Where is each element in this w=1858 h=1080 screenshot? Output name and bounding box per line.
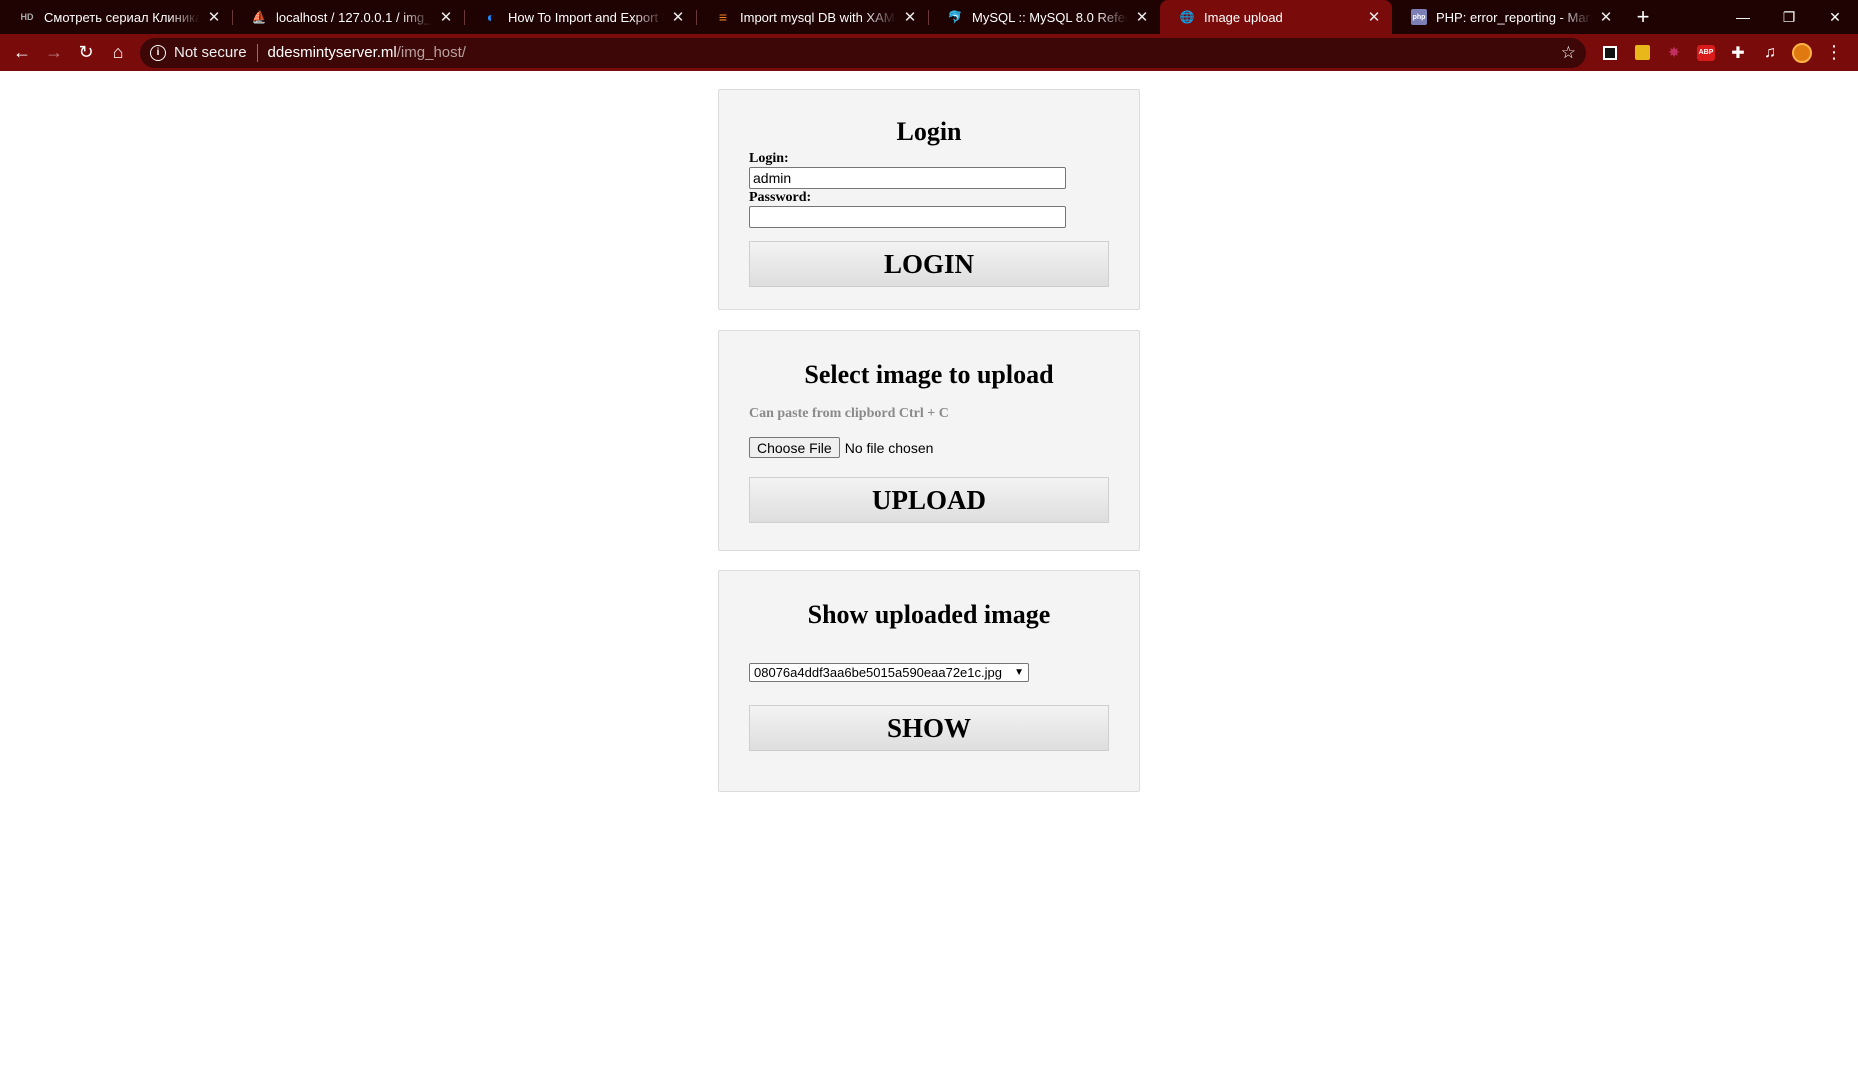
tab-4[interactable]: 🐬 MySQL :: MySQL 8.0 Reference ✕ (928, 0, 1160, 34)
tab-2[interactable]: ◐ How To Import and Export Databases ✕ (464, 0, 696, 34)
tab-0[interactable]: HD Смотреть сериал Клиника онлайн ✕ (0, 0, 232, 34)
tab-title: Смотреть сериал Клиника онлайн (44, 9, 200, 25)
restore-icon[interactable]: ❐ (1766, 0, 1812, 34)
upload-form: Select image to upload Can paste from cl… (718, 330, 1140, 551)
new-tab-button[interactable]: + (1626, 0, 1660, 34)
show-title: Show uploaded image (807, 600, 1051, 629)
login-title: Login (896, 117, 962, 146)
profile-avatar[interactable] (1786, 38, 1818, 68)
choose-file-button[interactable]: Choose File (749, 437, 840, 458)
login-form: Login Login: Password: LOGIN (718, 89, 1140, 310)
close-icon[interactable]: ✕ (670, 8, 686, 26)
close-icon[interactable]: ✕ (1134, 8, 1150, 26)
show-form: Show uploaded image 08076a4ddf3aa6be5015… (718, 570, 1140, 792)
file-picker: Choose File No file chosen (749, 437, 1139, 458)
password-label: Password: (749, 190, 812, 205)
reload-icon[interactable]: ↻ (70, 38, 102, 68)
php-icon: php (1411, 9, 1427, 25)
close-icon[interactable]: ✕ (206, 8, 222, 26)
address-divider (256, 43, 258, 62)
close-icon[interactable]: ✕ (1366, 8, 1382, 26)
login-button[interactable]: LOGIN (749, 241, 1109, 287)
more-menu-icon[interactable]: ⋮ (1818, 38, 1850, 68)
login-input[interactable] (749, 167, 1066, 189)
tab-3[interactable]: ≡ Import mysql DB with XAMPP in ✕ (696, 0, 928, 34)
close-icon[interactable]: ✕ (1598, 8, 1614, 26)
browser-toolbar: ← → ↻ ⌂ i Not secure ddesmintyserver.ml /… (0, 34, 1858, 71)
back-icon[interactable]: ← (6, 38, 38, 68)
password-input[interactable] (749, 206, 1066, 228)
adblock-plus-icon[interactable]: ABP (1690, 38, 1722, 68)
upload-title: Select image to upload (804, 360, 1054, 389)
login-label: Login: (749, 151, 789, 166)
tab-1[interactable]: ⛵ localhost / 127.0.0.1 / img_host ✕ (232, 0, 464, 34)
paste-hint: Can paste from clipbord Ctrl + C (749, 406, 949, 421)
chevron-down-icon: ▼ (1014, 667, 1024, 678)
extensions-puzzle-icon[interactable]: ✚ (1722, 38, 1754, 68)
tab-6[interactable]: php PHP: error_reporting - Manual ✕ (1392, 0, 1624, 34)
file-status: No file chosen (844, 439, 934, 456)
close-icon[interactable]: ✕ (902, 8, 918, 26)
bookmark-star-icon[interactable]: ☆ (1561, 43, 1576, 63)
tab-5-active[interactable]: 🌐 Image upload ✕ (1160, 0, 1392, 34)
page-content: Login Login: Password: LOGIN Select imag… (0, 71, 1858, 1080)
browser-tab-strip: HD Смотреть сериал Клиника онлайн ✕ ⛵ lo… (0, 0, 1858, 34)
digitalocean-icon: ◐ (486, 9, 496, 25)
tab-title: Image upload (1204, 9, 1283, 25)
media-queue-icon[interactable]: ♫ (1754, 38, 1786, 68)
stackoverflow-icon: ≡ (718, 9, 728, 25)
close-window-icon[interactable]: ✕ (1812, 0, 1858, 34)
globe-icon: 🌐 (1179, 10, 1195, 24)
security-label: Not secure (174, 44, 247, 61)
image-select[interactable]: 08076a4ddf3aa6be5015a590eaa72e1c.jpg ▼ (749, 663, 1029, 682)
info-icon[interactable]: i (150, 44, 166, 61)
tab-title: PHP: error_reporting - Manual (1436, 9, 1592, 25)
forward-icon[interactable]: → (38, 38, 70, 68)
tab-title: localhost / 127.0.0.1 / img_host (276, 9, 432, 25)
window-controls: — ❐ ✕ (1720, 0, 1858, 34)
extension-yellow-icon[interactable] (1626, 38, 1658, 68)
upload-button[interactable]: UPLOAD (749, 477, 1109, 523)
tab-title: Import mysql DB with XAMPP in (740, 9, 896, 25)
url-path: /img_host/ (396, 44, 466, 61)
address-bar[interactable]: i Not secure ddesmintyserver.ml/img_host… (140, 37, 1586, 68)
home-icon[interactable]: ⌂ (102, 38, 134, 68)
url-host: ddesmintyserver.ml (267, 44, 397, 61)
extension-square-icon[interactable] (1594, 38, 1626, 68)
mysql-icon: 🐬 (947, 10, 963, 24)
tab-title: MySQL :: MySQL 8.0 Reference (972, 9, 1128, 25)
extensions-area: ✸ ABP ✚ ♫ ⋮ (1594, 38, 1850, 68)
image-select-value: 08076a4ddf3aa6be5015a590eaa72e1c.jpg (754, 665, 1002, 680)
phpmyadmin-icon: ⛵ (251, 10, 267, 24)
extension-puzzle-red-icon[interactable]: ✸ (1658, 38, 1690, 68)
minimize-icon[interactable]: — (1720, 0, 1766, 34)
tab-title: How To Import and Export Databases (508, 9, 664, 25)
close-icon[interactable]: ✕ (438, 8, 454, 26)
hd-icon: HD (20, 12, 34, 22)
show-button[interactable]: SHOW (749, 705, 1109, 751)
